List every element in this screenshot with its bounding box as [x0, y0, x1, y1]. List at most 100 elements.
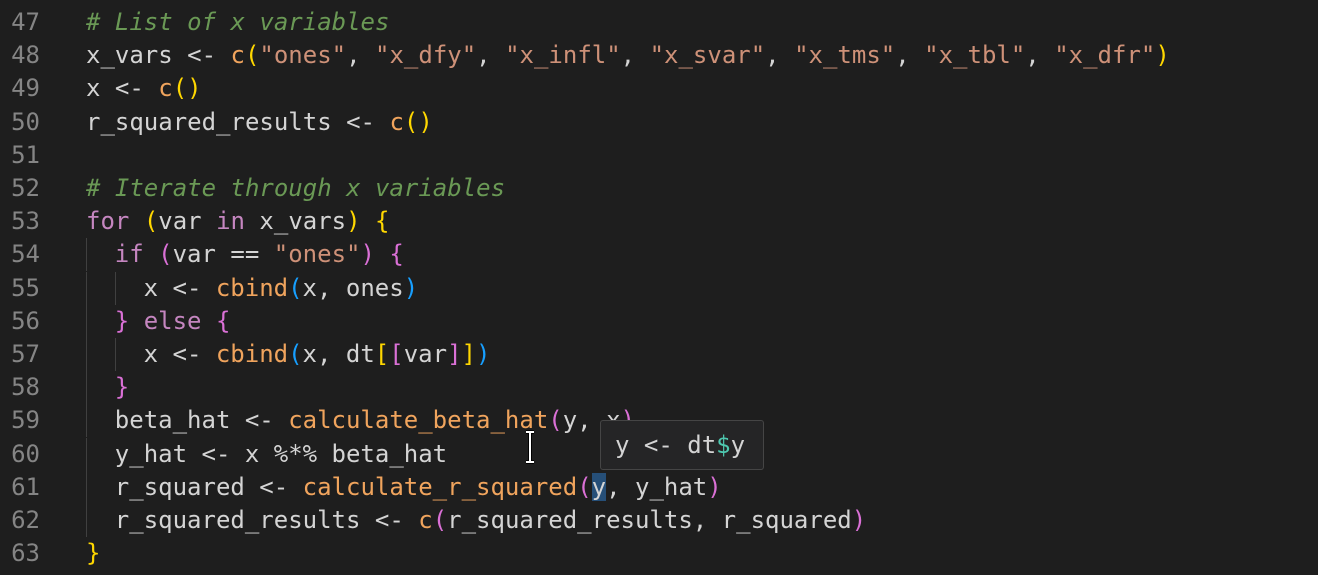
- code-token: ): [707, 472, 722, 501]
- line-number: 50: [11, 107, 40, 136]
- hover-code-prefix: y <- dt: [615, 431, 717, 459]
- code-token: var: [403, 340, 448, 368]
- line-number: 55: [11, 273, 40, 302]
- code-line[interactable]: 53 for (var in x_vars) {: [0, 205, 1318, 238]
- code-line[interactable]: 55 x <- cbind(x, ones): [0, 271, 1318, 305]
- code-text[interactable]: r_squared_results <- c(): [86, 106, 433, 139]
- code-text[interactable]: x <- c(): [86, 72, 202, 105]
- code-token: ): [1155, 41, 1170, 70]
- code-line[interactable]: 50 r_squared_results <- c(): [0, 106, 1318, 139]
- code-token: {: [215, 306, 231, 335]
- code-text[interactable]: }: [86, 537, 100, 570]
- code-line[interactable]: 51: [0, 139, 1318, 172]
- code-text[interactable]: r_squared <- calculate_r_squared(y, y_ha…: [115, 471, 722, 504]
- code-text[interactable]: x_vars <- c("ones", "x_dfy", "x_infl", "…: [86, 39, 1170, 72]
- code-text[interactable]: } else {: [115, 305, 231, 338]
- code-text[interactable]: # Iterate through x variables: [86, 172, 505, 205]
- code-token: "x_svar": [649, 41, 766, 70]
- code-token: ,: [1025, 41, 1055, 70]
- code-token: r_squared <-: [114, 472, 303, 501]
- hover-code-accessor: $: [716, 431, 731, 459]
- code-text[interactable]: if (var == "ones") {: [115, 238, 404, 271]
- code-text[interactable]: beta_hat <- calculate_beta_hat(y, x): [115, 404, 635, 437]
- code-token: x_vars <-: [86, 41, 231, 70]
- line-number: 56: [11, 306, 40, 335]
- code-line[interactable]: 47 # List of x variables: [0, 6, 1318, 39]
- code-token: {: [389, 240, 404, 269]
- hover-tooltip: y <- dt$y: [600, 420, 764, 470]
- line-number: 54: [11, 240, 40, 269]
- code-token: c: [418, 506, 433, 534]
- code-token: beta_hat <-: [114, 406, 289, 435]
- line-number: 52: [11, 174, 40, 202]
- code-line[interactable]: 62 r_squared_results <- c(r_squared_resul…: [0, 504, 1318, 537]
- code-editor[interactable]: 47 # List of x variables 48 x_vars <- c("on…: [0, 0, 1318, 575]
- code-line[interactable]: 49 x <- c(): [0, 72, 1318, 105]
- indent-guide: [114, 271, 116, 305]
- code-line[interactable]: 57 x <- cbind(x, dt[[var]]): [0, 338, 1318, 371]
- code-token: r_squared_results <-: [114, 506, 419, 534]
- code-token: ,: [346, 41, 376, 70]
- code-token: ,: [620, 41, 650, 70]
- hover-code-suffix: y: [730, 431, 746, 459]
- code-token: (: [143, 207, 159, 236]
- line-number: 60: [11, 439, 40, 468]
- code-token: }: [114, 373, 130, 402]
- code-token: r_squared_results <-: [86, 107, 390, 136]
- code-token: c: [230, 41, 245, 70]
- indent-guide: [86, 338, 87, 371]
- code-token: var: [158, 207, 217, 236]
- code-line[interactable]: 48 x_vars <- c("ones", "x_dfy", "x_infl",…: [0, 39, 1318, 72]
- code-token: for: [86, 207, 130, 236]
- code-token: cbind: [215, 273, 289, 302]
- code-token: }: [86, 539, 101, 568]
- line-number: 53: [11, 207, 40, 236]
- code-token: in: [216, 207, 245, 236]
- code-text[interactable]: }: [115, 371, 129, 404]
- code-text[interactable]: x <- cbind(x, dt[[var]]): [144, 338, 491, 371]
- code-token: ]: [447, 340, 462, 368]
- code-text[interactable]: y_hat <- x %*% beta_hat: [115, 438, 447, 471]
- code-token: c: [389, 107, 404, 136]
- code-token: (: [288, 273, 303, 302]
- code-text[interactable]: for (var in x_vars) {: [86, 205, 389, 238]
- indent-guide: [86, 504, 87, 537]
- code-token: "x_tbl": [924, 41, 1026, 70]
- code-token: else: [143, 306, 202, 335]
- indent-guide: [86, 271, 87, 305]
- line-number: 62: [11, 506, 40, 534]
- code-text[interactable]: r_squared_results <- c(r_squared_results…: [115, 504, 866, 537]
- indent-guide: [86, 371, 87, 405]
- code-line[interactable]: 63}: [0, 537, 1318, 570]
- indent-guide: [86, 304, 87, 338]
- code-line[interactable]: 56 } else {: [0, 304, 1318, 338]
- line-number: 61: [11, 472, 40, 501]
- line-number: 48: [11, 41, 40, 70]
- code-token: x <-: [86, 74, 159, 103]
- code-token: (: [432, 506, 448, 534]
- line-number: 49: [11, 74, 40, 103]
- code-token: ,: [476, 41, 506, 70]
- code-line[interactable]: 58}: [0, 371, 1318, 405]
- code-token: "x_infl": [505, 41, 621, 70]
- code-token: ]: [461, 340, 476, 368]
- code-token: # List of x variables: [86, 8, 390, 36]
- code-token: ): [851, 506, 867, 534]
- code-token: x <-: [143, 273, 216, 302]
- line-number: 51: [11, 140, 40, 169]
- code-token: ): [403, 273, 419, 302]
- code-token: calculate_r_squared: [302, 472, 578, 501]
- indent-guide: [114, 338, 116, 371]
- code-text[interactable]: # List of x variables: [86, 6, 389, 39]
- code-text[interactable]: x <- cbind(x, ones): [144, 272, 419, 305]
- code-token: ,: [895, 41, 925, 70]
- code-token: y: [591, 472, 607, 501]
- code-line[interactable]: 61 r_squared <- calculate_r_squared(y, y_…: [0, 470, 1318, 504]
- code-token: (): [403, 107, 433, 136]
- code-line[interactable]: 54 if (var == "ones") {: [0, 238, 1318, 272]
- indent-guide: [86, 404, 87, 438]
- indent-guide: [86, 238, 87, 272]
- code-line[interactable]: 52 # Iterate through x variables: [0, 172, 1318, 205]
